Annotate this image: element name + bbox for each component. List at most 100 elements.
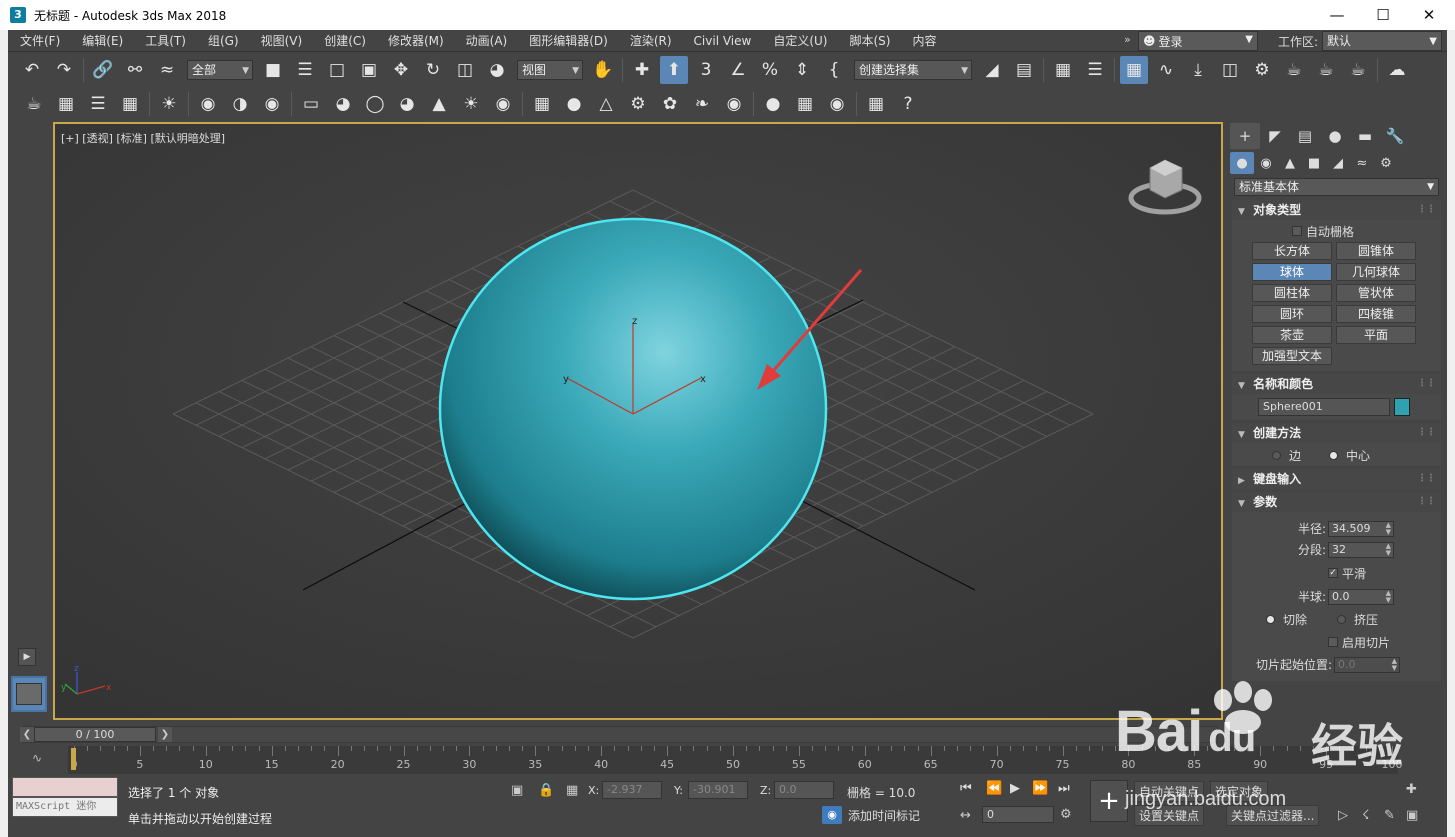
menu-graph-editors[interactable]: 图形编辑器(D) xyxy=(518,30,619,52)
sun-position-icon[interactable]: ◑ xyxy=(226,90,254,118)
mirror-icon[interactable]: ◢ xyxy=(978,56,1006,84)
panel-list-icon[interactable]: ☰ xyxy=(84,90,112,118)
named-selection-select[interactable]: 创建选择集 ▼ xyxy=(854,60,972,80)
edge-radio[interactable]: 边 xyxy=(1272,447,1301,464)
display-tab-icon[interactable]: ▬ xyxy=(1350,123,1380,149)
spinner-arrows-icon[interactable]: ▲ ▼ xyxy=(1386,589,1391,604)
cylinder-button[interactable]: 圆柱体 xyxy=(1252,284,1332,302)
category-dropdown[interactable]: 标准基本体 ▼ xyxy=(1234,178,1439,196)
slice-on-checkbox[interactable] xyxy=(1328,637,1338,647)
center-radio[interactable]: 中心 xyxy=(1329,447,1370,464)
key-mode-icon[interactable]: ↔ xyxy=(960,808,971,823)
maxscript-output[interactable] xyxy=(12,777,118,797)
material-apply-icon[interactable]: ▦ xyxy=(791,90,819,118)
menu-content[interactable]: 内容 xyxy=(901,30,947,52)
play-icon[interactable]: ▶ xyxy=(1010,781,1020,796)
chop-radio[interactable]: 切除 xyxy=(1266,611,1307,628)
z-coord-field[interactable]: 0.0 xyxy=(774,781,834,799)
undo-icon[interactable]: ↶ xyxy=(18,56,46,84)
dome-light-icon[interactable]: ◕ xyxy=(329,90,357,118)
y-coord-field[interactable]: -30.901 xyxy=(688,781,748,799)
teapot-icon[interactable]: ☕ xyxy=(20,90,48,118)
viewport-canvas[interactable]: z y x z y x xyxy=(55,124,1223,720)
rotate-icon[interactable]: ↻ xyxy=(419,56,447,84)
selection-filter-select[interactable]: 全部 ▼ xyxy=(187,60,253,80)
geometry-icon[interactable]: ● xyxy=(1230,152,1254,174)
object-color-swatch[interactable] xyxy=(1394,398,1410,416)
menu-edit[interactable]: 编辑(E) xyxy=(71,30,134,52)
window-crossing-icon[interactable]: ▣ xyxy=(355,56,383,84)
prev-frame-icon[interactable]: ❮ xyxy=(20,727,34,742)
plane-light-icon[interactable]: ▭ xyxy=(297,90,325,118)
autogrid-checkbox[interactable] xyxy=(1292,226,1302,236)
time-config-icon[interactable]: ⚙ xyxy=(1060,807,1072,822)
time-slider-track[interactable] xyxy=(22,726,1218,743)
next-frame-button-icon[interactable]: ⏩ xyxy=(1032,781,1048,796)
spacewarps-icon[interactable]: ≈ xyxy=(1350,152,1374,174)
parameters-header[interactable]: ▼ 参数 ⋮⋮ xyxy=(1232,492,1441,512)
plane-button[interactable]: 平面 xyxy=(1336,326,1416,344)
render-production-icon[interactable]: ☕ xyxy=(1344,56,1372,84)
keyboard-shortcut-override-icon[interactable]: ⬆ xyxy=(660,56,688,84)
percent-snap-icon[interactable]: % xyxy=(756,56,784,84)
select-manipulate-icon[interactable]: ✚ xyxy=(628,56,656,84)
close-button[interactable]: ✕ xyxy=(1406,0,1452,30)
next-frame-icon[interactable]: ❯ xyxy=(158,727,172,742)
schematic-view-icon[interactable]: ◫ xyxy=(1216,56,1244,84)
link-icon[interactable]: 🔗 xyxy=(89,56,117,84)
light-lister-icon[interactable]: ☀ xyxy=(155,90,183,118)
layer-explorer-icon[interactable]: ☰ xyxy=(1081,56,1109,84)
absolute-mode-icon[interactable]: ▦ xyxy=(566,783,578,798)
material-sphere-icon[interactable]: ● xyxy=(759,90,787,118)
material-editor-icon[interactable]: ⚙ xyxy=(1248,56,1276,84)
rect-selection-icon[interactable]: □ xyxy=(323,56,351,84)
menu-group[interactable]: 组(G) xyxy=(197,30,250,52)
mini-curve-editor-icon[interactable]: ∿ xyxy=(32,751,42,765)
systems-icon[interactable]: ⚙ xyxy=(1374,152,1398,174)
current-frame-field[interactable]: 0 xyxy=(982,806,1054,823)
sun-icon[interactable]: ☀ xyxy=(457,90,485,118)
help-icon[interactable]: ? xyxy=(894,90,922,118)
reference-coord-select[interactable]: 视图 ▼ xyxy=(517,60,583,80)
hierarchy-tab-icon[interactable]: ▤ xyxy=(1290,123,1320,149)
utilities-tab-icon[interactable]: 🔧 xyxy=(1380,123,1410,149)
menu-file[interactable]: 文件(F) xyxy=(8,30,71,52)
ribbon-toggle-icon[interactable]: ▦ xyxy=(1120,56,1148,84)
cameras-icon[interactable]: ■ xyxy=(1302,152,1326,174)
current-frame-marker[interactable] xyxy=(71,748,76,770)
tube-button[interactable]: 管状体 xyxy=(1336,284,1416,302)
fur-icon[interactable]: ✿ xyxy=(656,90,684,118)
shapes-icon[interactable]: ◉ xyxy=(1254,152,1278,174)
menu-tools[interactable]: 工具(T) xyxy=(134,30,197,52)
spinner-arrows-icon[interactable]: ▲ ▼ xyxy=(1386,542,1391,557)
menu-scripting[interactable]: 脚本(S) xyxy=(838,30,901,52)
gear-object-icon[interactable]: ⚙ xyxy=(624,90,652,118)
box-button[interactable]: 长方体 xyxy=(1252,242,1332,260)
motion-tab-icon[interactable]: ● xyxy=(1320,123,1350,149)
perspective-viewport[interactable]: z y x z y x [+] [透视] [标准] [默认明暗处理] xyxy=(53,122,1223,720)
segments-spinner[interactable]: 32 ▲ ▼ xyxy=(1328,541,1394,558)
x-coord-field[interactable]: -2.937 xyxy=(602,781,662,799)
workspace-select[interactable]: 默认 ▼ xyxy=(1322,31,1442,51)
menu-modifiers[interactable]: 修改器(M) xyxy=(377,30,455,52)
render-region-icon[interactable]: ◉ xyxy=(823,90,851,118)
move-icon[interactable]: ✥ xyxy=(387,56,415,84)
smooth-checkbox[interactable]: ✓ xyxy=(1328,568,1338,578)
previous-frame-icon[interactable]: ⏪ xyxy=(986,781,1002,796)
pyramid-button[interactable]: 四棱锥 xyxy=(1336,305,1416,323)
go-to-start-icon[interactable]: ⏮ xyxy=(960,781,972,796)
name-color-header[interactable]: ▼ 名称和颜色 ⋮⋮ xyxy=(1232,374,1441,394)
menu-civil-view[interactable]: Civil View xyxy=(683,30,763,52)
camera-icon[interactable]: ◉ xyxy=(194,90,222,118)
render-cloud-icon[interactable]: ☁ xyxy=(1383,56,1411,84)
isolate-selection-icon[interactable]: ▣ xyxy=(511,783,523,798)
spinner-arrows-icon[interactable]: ▲ ▼ xyxy=(1392,657,1397,672)
radius-spinner[interactable]: 34.509 ▲ ▼ xyxy=(1328,520,1394,537)
frame-buffer-icon[interactable]: ▦ xyxy=(862,90,890,118)
bowl-icon[interactable]: ◕ xyxy=(393,90,421,118)
hair-icon[interactable]: ❧ xyxy=(688,90,716,118)
object-name-input[interactable]: Sphere001 xyxy=(1258,398,1390,416)
redo-icon[interactable]: ↷ xyxy=(50,56,78,84)
login-dropdown[interactable]: ☻ 登录 ▼ xyxy=(1138,31,1258,51)
place-icon[interactable]: ◕ xyxy=(483,56,511,84)
